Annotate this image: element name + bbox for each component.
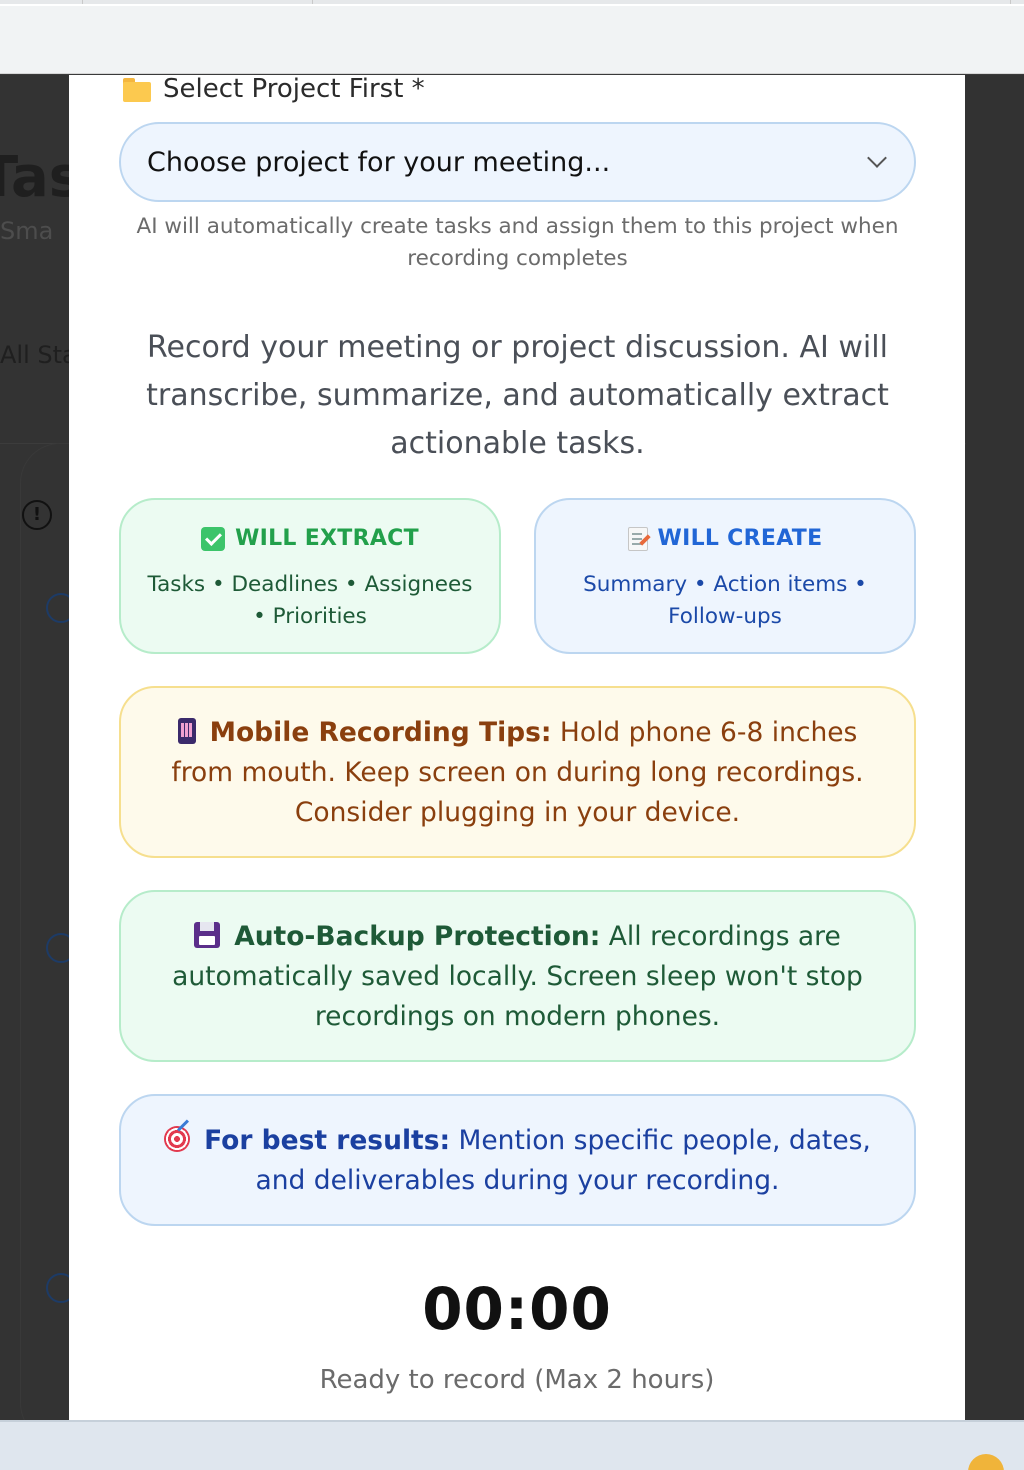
project-select[interactable]: Choose project for your meeting... <box>119 122 916 202</box>
mobile-tips-card: Mobile Recording Tips: Hold phone 6-8 in… <box>119 686 916 858</box>
background-page-subtitle: Sma <box>0 217 54 245</box>
notification-badge[interactable] <box>968 1454 1004 1470</box>
intro-text: Record your meeting or project discussio… <box>146 330 889 461</box>
project-helper-text: AI will automatically create tasks and a… <box>136 214 899 271</box>
will-extract-heading: WILL EXTRACT <box>121 526 499 551</box>
backup-protection-title: Auto-Backup Protection: <box>234 921 601 952</box>
will-extract-card: WILL EXTRACT Tasks • Deadlines • Assigne… <box>119 498 501 654</box>
will-extract-body: Tasks • Deadlines • Assignees • Prioriti… <box>147 572 473 629</box>
project-label-row: Select Project First * <box>123 75 425 104</box>
folder-icon <box>123 78 151 102</box>
background-info-icon: ! <box>22 500 52 530</box>
backup-protection-card: Auto-Backup Protection: All recordings a… <box>119 890 916 1062</box>
best-results-card: For best results: Mention specific peopl… <box>119 1094 916 1226</box>
best-results-title: For best results: <box>204 1125 451 1156</box>
will-create-title: WILL CREATE <box>657 526 823 551</box>
browser-toolbar <box>0 0 1024 74</box>
chevron-down-icon <box>867 148 887 168</box>
mobile-tips-title: Mobile Recording Tips: <box>209 717 552 748</box>
background-status-filter: All Sta <box>0 341 77 369</box>
floppy-disk-icon <box>194 922 221 948</box>
check-icon <box>201 526 226 551</box>
project-select-value: Choose project for your meeting... <box>147 146 611 178</box>
background-right-scrim <box>966 75 1024 1420</box>
recording-timer: 00:00 <box>422 1275 612 1343</box>
browser-strip <box>0 4 1024 6</box>
target-icon <box>164 1126 191 1152</box>
will-create-heading: WILL CREATE <box>536 526 914 551</box>
will-create-body: Summary • Action items • Follow-ups <box>583 572 867 629</box>
will-create-card: WILL CREATE Summary • Action items • Fol… <box>534 498 916 654</box>
bottom-taskbar <box>0 1420 1024 1470</box>
memo-icon <box>627 526 648 551</box>
will-extract-title: WILL EXTRACT <box>235 526 419 551</box>
recording-modal: Select Project First * Choose project fo… <box>69 75 965 1420</box>
project-label: Select Project First * <box>163 75 425 104</box>
phone-icon <box>177 718 196 744</box>
recording-status: Ready to record (Max 2 hours) <box>319 1365 715 1395</box>
